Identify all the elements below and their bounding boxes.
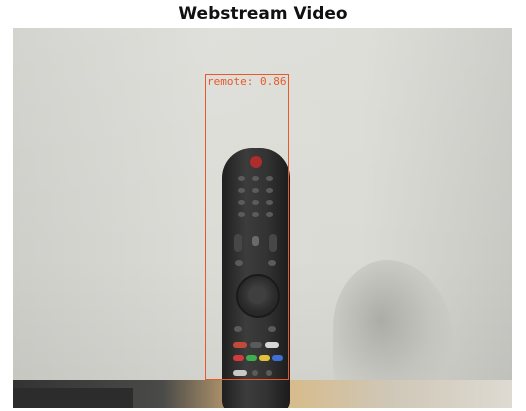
window-title: Webstream Video	[178, 4, 348, 24]
detection-bounding-box	[205, 74, 289, 380]
detection-label: remote: 0.86	[207, 75, 287, 88]
dark-table-corner	[13, 388, 133, 408]
